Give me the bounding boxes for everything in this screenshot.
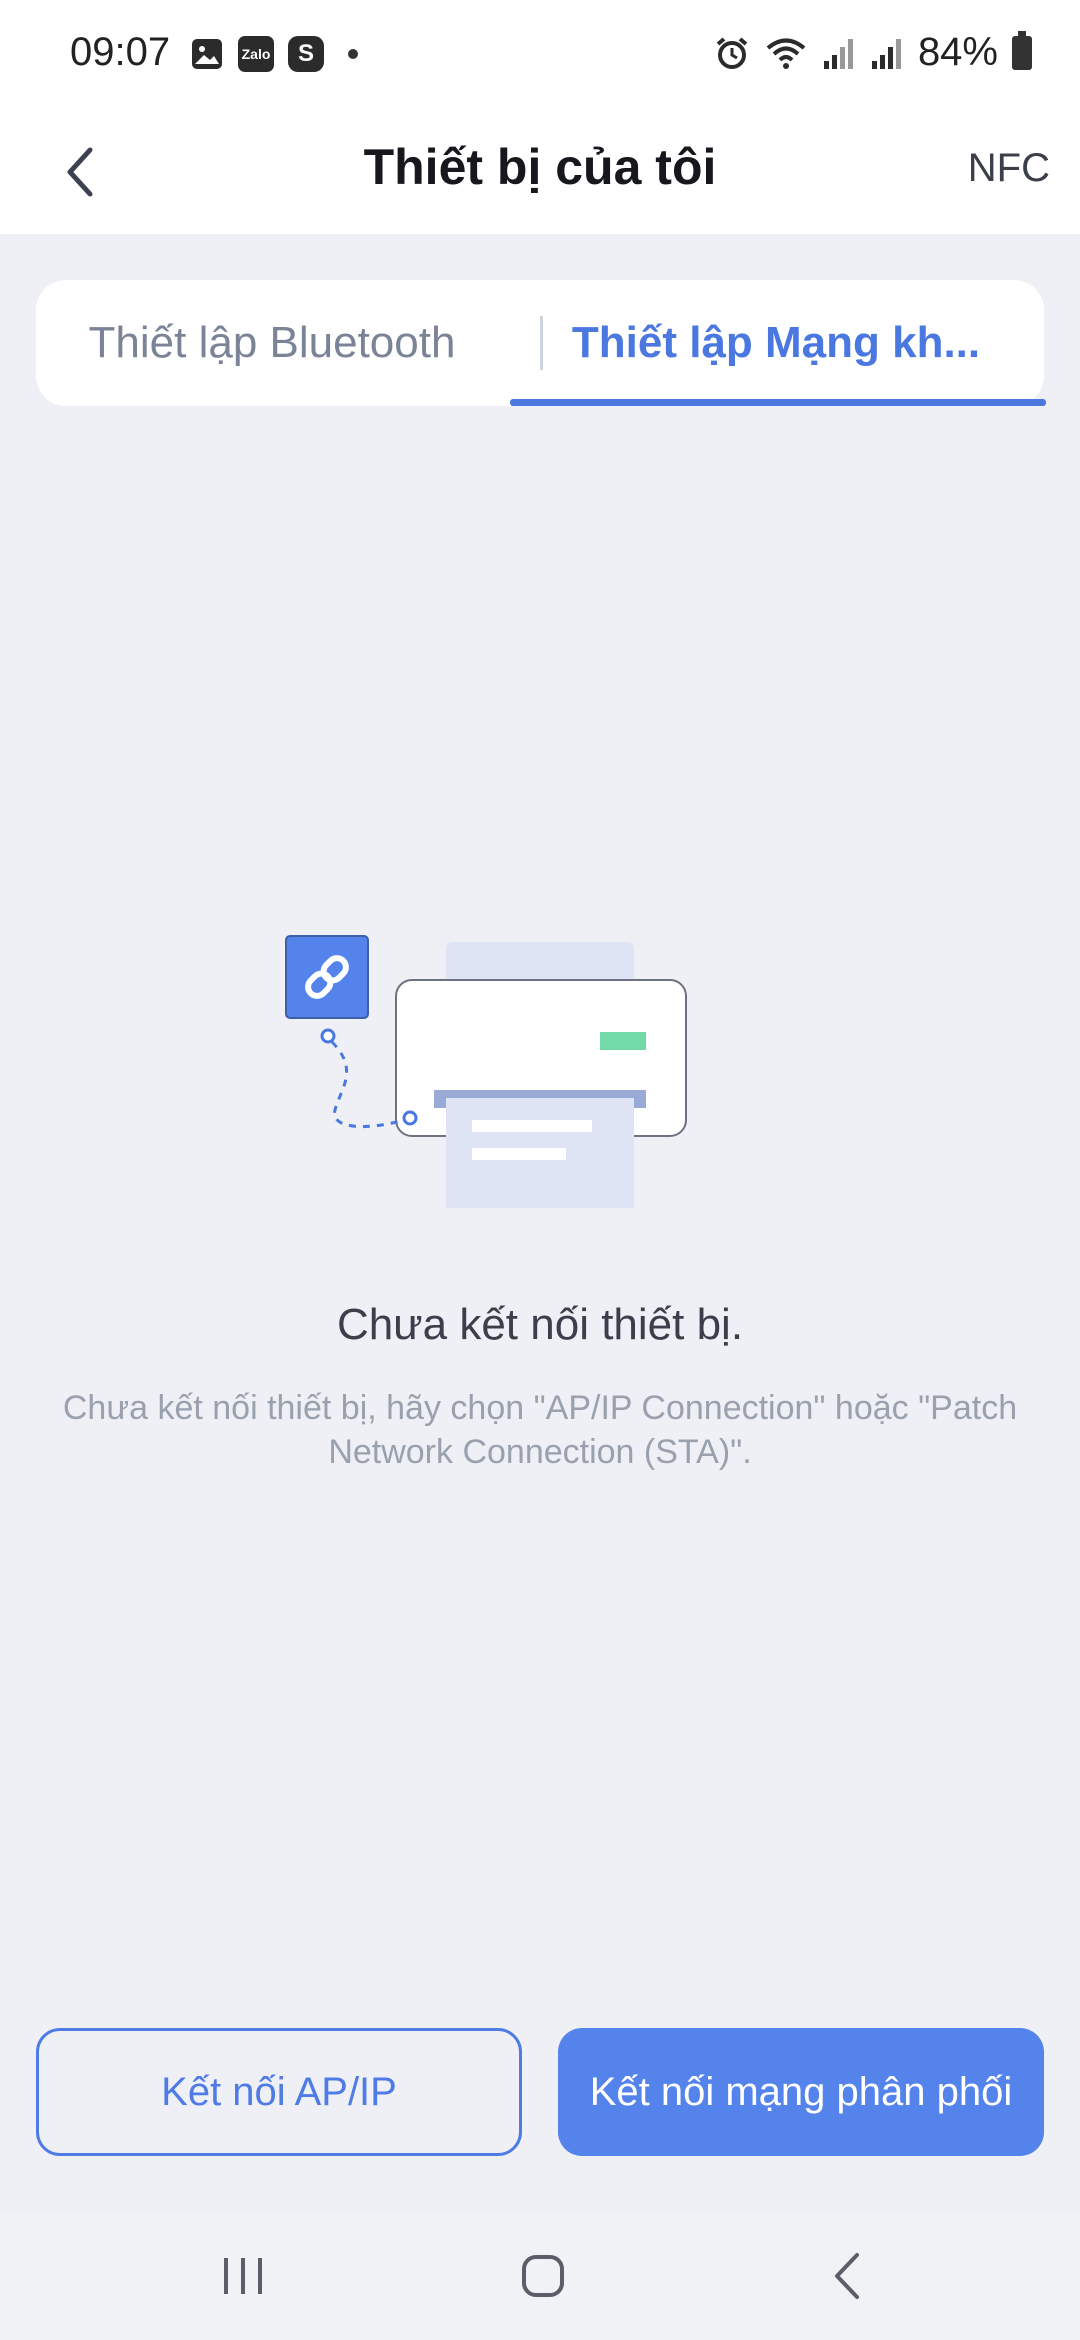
nav-back-button[interactable] (802, 2246, 892, 2306)
skype-icon: S (288, 36, 324, 72)
nfc-button[interactable]: NFC (968, 138, 1050, 199)
page-title: Thiết bị của tôi (363, 139, 717, 195)
empty-state-description: Chưa kết nối thiết bị, hãy chọn "AP/IP C… (62, 1389, 1018, 1471)
zalo-icon: Zalo (238, 36, 274, 72)
printer-disconnected-illustration (285, 935, 687, 1208)
active-tab-indicator (510, 399, 1046, 406)
back-icon (835, 2253, 859, 2299)
system-nav-bar (0, 2212, 1080, 2340)
alarm-icon (716, 36, 748, 69)
signal-icon (823, 38, 853, 69)
app-bar: Thiết bị của tôi NFC (0, 112, 1080, 234)
status-bar: 09:07 Zalo S 84% (0, 0, 1080, 112)
notification-icons: Zalo S (190, 36, 358, 72)
wifi-icon (766, 38, 806, 69)
recent-apps-icon (224, 2258, 262, 2294)
tab-bluetooth-setup[interactable]: Thiết lập Bluetooth (36, 280, 508, 406)
recent-apps-button[interactable] (198, 2246, 288, 2306)
tab-network-setup[interactable]: Thiết lập Mạng kh... (508, 280, 1044, 406)
home-button[interactable] (498, 2246, 588, 2306)
system-icons: 84% (714, 30, 1032, 75)
gallery-icon (192, 39, 222, 69)
status-time: 09:07 (70, 30, 171, 74)
dot-icon (348, 49, 358, 59)
ap-ip-connect-button[interactable]: Kết nối AP/IP (36, 2028, 522, 2156)
battery-icon (1012, 30, 1032, 70)
battery-percent: 84% (917, 30, 998, 74)
setup-tabs: Thiết lập Bluetooth Thiết lập Mạng kh... (36, 280, 1046, 406)
signal-icon (871, 38, 901, 69)
empty-state-title: Chưa kết nối thiết bị. (336, 1300, 744, 1349)
home-icon (522, 2255, 564, 2297)
sta-network-connect-button[interactable]: Kết nối mạng phân phối (558, 2028, 1044, 2156)
